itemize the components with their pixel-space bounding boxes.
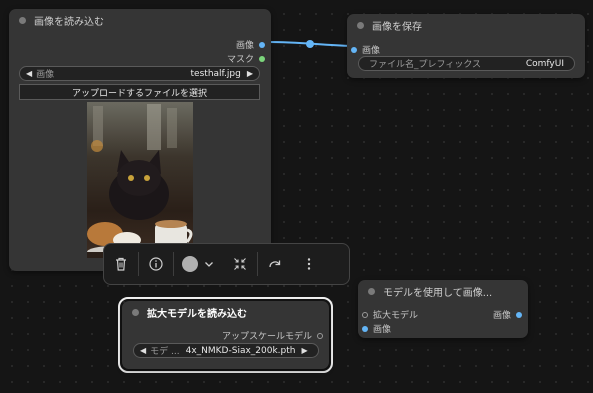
filename-prefix-value: ComfyUI xyxy=(525,58,564,69)
save-image-header[interactable]: 画像を保存 xyxy=(347,14,585,36)
info-icon xyxy=(149,257,163,271)
model-name-combo[interactable]: ◀ モデ ... 4x_NMKD-Siax_200k.pth ▶ xyxy=(133,343,319,358)
upscale-loader-header[interactable]: 拡大モデルを読み込む xyxy=(122,301,329,323)
collapse-icon xyxy=(234,258,246,270)
input-image-label: 画像 xyxy=(362,46,381,56)
input-upscale-model-row[interactable]: 拡大モデル xyxy=(362,308,418,321)
output-image-label: 画像 xyxy=(492,311,511,321)
combo-left-arrow[interactable]: ◀ xyxy=(26,69,32,78)
chevron-down-icon xyxy=(205,262,213,267)
input-image-slot[interactable] xyxy=(362,325,368,332)
upload-file-button[interactable]: アップロードするファイルを選択 xyxy=(19,84,260,100)
load-image-node[interactable]: 画像を読み込む 画像 マスク ◀ 画像 testhalf.jpg ▶ アップロー… xyxy=(9,9,271,271)
load-image-title: 画像を読み込む xyxy=(34,16,104,28)
output-image-row[interactable]: 画像 xyxy=(236,38,265,51)
info-button[interactable] xyxy=(139,243,173,285)
graph-canvas[interactable]: 画像を読み込む 画像 マスク ◀ 画像 testhalf.jpg ▶ アップロー… xyxy=(0,0,593,393)
filename-prefix-field[interactable]: ファイル名_プレフィックス ComfyUI xyxy=(358,56,575,71)
bypass-icon xyxy=(269,260,281,268)
upscale-loader-title: 拡大モデルを読み込む xyxy=(147,308,247,320)
output-upscale-model-row[interactable]: アップスケールモデル xyxy=(222,329,323,342)
combo-right-arrow[interactable]: ▶ xyxy=(302,346,308,355)
upscale-with-model-node[interactable]: モデルを使用して画像... 拡大モデル 画像 画像 xyxy=(358,280,528,338)
image-combo[interactable]: ◀ 画像 testhalf.jpg ▶ xyxy=(19,66,260,81)
image-preview xyxy=(87,102,193,258)
link-midpoint xyxy=(306,40,314,48)
output-mask-label: マスク xyxy=(226,55,254,65)
collapse-button[interactable] xyxy=(223,243,257,285)
model-combo-value: 4x_NMKD-Siax_200k.pth xyxy=(185,345,296,356)
color-button[interactable] xyxy=(174,243,222,285)
bypass-button[interactable] xyxy=(258,243,292,285)
trash-icon xyxy=(116,257,126,271)
delete-button[interactable] xyxy=(104,243,138,285)
output-image-slot[interactable] xyxy=(516,311,522,318)
node-status-dot xyxy=(357,21,364,29)
image-combo-label: 画像 xyxy=(36,70,55,80)
output-upscale-model-slot[interactable] xyxy=(317,332,323,339)
input-image-label: 画像 xyxy=(373,325,392,335)
more-icon xyxy=(307,258,311,270)
input-upscale-model-label: 拡大モデル xyxy=(373,311,419,321)
output-image-label: 画像 xyxy=(235,41,254,51)
input-image-row[interactable]: 画像 xyxy=(362,322,391,335)
node-status-dot xyxy=(132,308,139,316)
node-status-dot xyxy=(19,16,26,24)
node-status-dot xyxy=(368,287,375,295)
save-image-node[interactable]: 画像を保存 画像 ファイル名_プレフィックス ComfyUI xyxy=(347,14,585,78)
color-picker-icon xyxy=(182,256,198,272)
filename-prefix-label: ファイル名_プレフィックス xyxy=(369,60,482,70)
model-combo-label: モデ ... xyxy=(150,347,180,357)
combo-left-arrow[interactable]: ◀ xyxy=(140,346,146,355)
selection-toolbox xyxy=(103,243,350,285)
upscale-with-model-header[interactable]: モデルを使用して画像... xyxy=(358,280,528,302)
load-image-header[interactable]: 画像を読み込む xyxy=(9,9,271,31)
upscale-with-model-title: モデルを使用して画像... xyxy=(383,287,493,299)
input-image-slot[interactable] xyxy=(351,46,357,53)
input-image-row[interactable]: 画像 xyxy=(351,43,380,56)
image-combo-value: testhalf.jpg xyxy=(190,68,241,79)
output-upscale-model-label: アップスケールモデル xyxy=(221,332,312,342)
output-image-row[interactable]: 画像 xyxy=(493,308,522,321)
output-image-slot[interactable] xyxy=(259,41,265,48)
output-mask-slot[interactable] xyxy=(259,55,265,62)
more-options-button[interactable] xyxy=(292,243,326,285)
output-mask-row[interactable]: マスク xyxy=(227,52,265,65)
upscale-loader-node[interactable]: 拡大モデルを読み込む アップスケールモデル ◀ モデ ... 4x_NMKD-S… xyxy=(122,301,329,369)
save-image-title: 画像を保存 xyxy=(372,21,422,33)
combo-right-arrow[interactable]: ▶ xyxy=(247,69,253,78)
input-upscale-model-slot[interactable] xyxy=(362,311,368,318)
